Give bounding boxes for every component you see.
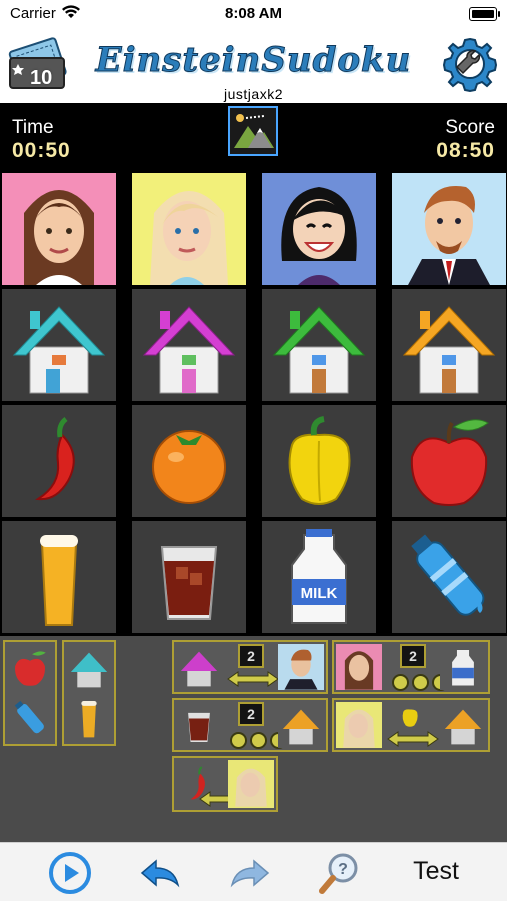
- clue-magenta-house: [176, 644, 222, 690]
- cell-beer-glass[interactable]: [2, 521, 116, 633]
- clock-label: 8:08 AM: [225, 5, 282, 22]
- play-circle-icon[interactable]: [48, 851, 92, 895]
- cell-cyan-house[interactable]: [2, 289, 116, 401]
- cell-water-bottle[interactable]: [392, 521, 506, 633]
- vertical-clue[interactable]: [62, 640, 116, 746]
- clue-woman-blonde: [336, 702, 382, 748]
- clues-panel: 2 2 2: [0, 636, 507, 842]
- time-value: 00:50: [12, 139, 71, 162]
- wrench-gear-icon[interactable]: [441, 35, 499, 93]
- cell-milk-jug[interactable]: MILK: [262, 521, 376, 633]
- test-button[interactable]: Test: [413, 857, 459, 886]
- vertical-clue[interactable]: [3, 640, 57, 746]
- double-arrow-icon: [227, 671, 279, 687]
- horizontal-clue[interactable]: 2: [172, 698, 328, 752]
- cell-magenta-house[interactable]: [132, 289, 246, 401]
- cell-orange-house[interactable]: [392, 289, 506, 401]
- status-bar: Carrier 8:08 AM: [0, 0, 507, 28]
- redo-arrow-icon[interactable]: [228, 851, 272, 895]
- clue-yellow-bell-pepper: [390, 702, 430, 730]
- cell-woman-black-hair[interactable]: [262, 173, 376, 285]
- clue-number: 2: [238, 644, 264, 668]
- time-label: Time: [12, 117, 54, 138]
- cell-woman-blonde[interactable]: [132, 173, 246, 285]
- battery-icon: [469, 7, 500, 21]
- clue-number: 2: [400, 644, 426, 668]
- svg-text:?: ?: [338, 861, 348, 878]
- clue-man-red-hair: [278, 644, 324, 690]
- score-value: 08:50: [436, 139, 495, 162]
- cell-orange-fruit[interactable]: [132, 405, 246, 517]
- horizontal-clue[interactable]: 2: [332, 640, 490, 694]
- magnifier-question-icon[interactable]: ?: [318, 851, 362, 895]
- horizontal-clue[interactable]: 2: [172, 640, 328, 694]
- score-label: Score: [445, 117, 495, 138]
- username: justjaxk2: [224, 86, 283, 102]
- ticket-icon[interactable]: 10: [8, 34, 72, 92]
- horizontal-clue[interactable]: [332, 698, 490, 752]
- horizontal-clue[interactable]: [172, 756, 278, 812]
- clue-orange-house: [278, 702, 324, 748]
- clue-number: 2: [238, 702, 264, 726]
- clue-woman-blonde: [228, 760, 274, 808]
- undo-arrow-icon[interactable]: [138, 851, 182, 895]
- app-header: 10 EinsteinSudoku justjaxk2: [0, 28, 507, 103]
- app-title: EinsteinSudoku: [95, 40, 412, 81]
- clue-woman-brunette: [336, 644, 382, 690]
- puzzle-grid: MILK: [0, 171, 507, 636]
- cell-yellow-bell-pepper[interactable]: [262, 405, 376, 517]
- bottom-toolbar: ? Test: [0, 842, 507, 901]
- clue-orange-house: [440, 702, 486, 748]
- mountain-hint-icon[interactable]: [228, 106, 278, 156]
- cell-cola-glass[interactable]: [132, 521, 246, 633]
- score-bar: Time 00:50 Score 08:50: [0, 103, 507, 171]
- double-arrow-icon: [387, 731, 439, 747]
- clue-water-bottle: [7, 694, 53, 742]
- clue-beer-glass: [66, 694, 112, 742]
- cell-woman-brunette[interactable]: [2, 173, 116, 285]
- cell-red-apple[interactable]: [392, 405, 506, 517]
- cell-green-house[interactable]: [262, 289, 376, 401]
- clue-red-apple: [7, 644, 53, 692]
- cell-chili-pepper[interactable]: [2, 405, 116, 517]
- clue-cola-glass: [176, 702, 222, 748]
- clue-cyan-house: [66, 644, 112, 692]
- milk-label: MILK: [301, 585, 338, 602]
- clue-milk-jug: [440, 644, 486, 690]
- cell-man-red-hair[interactable]: [392, 173, 506, 285]
